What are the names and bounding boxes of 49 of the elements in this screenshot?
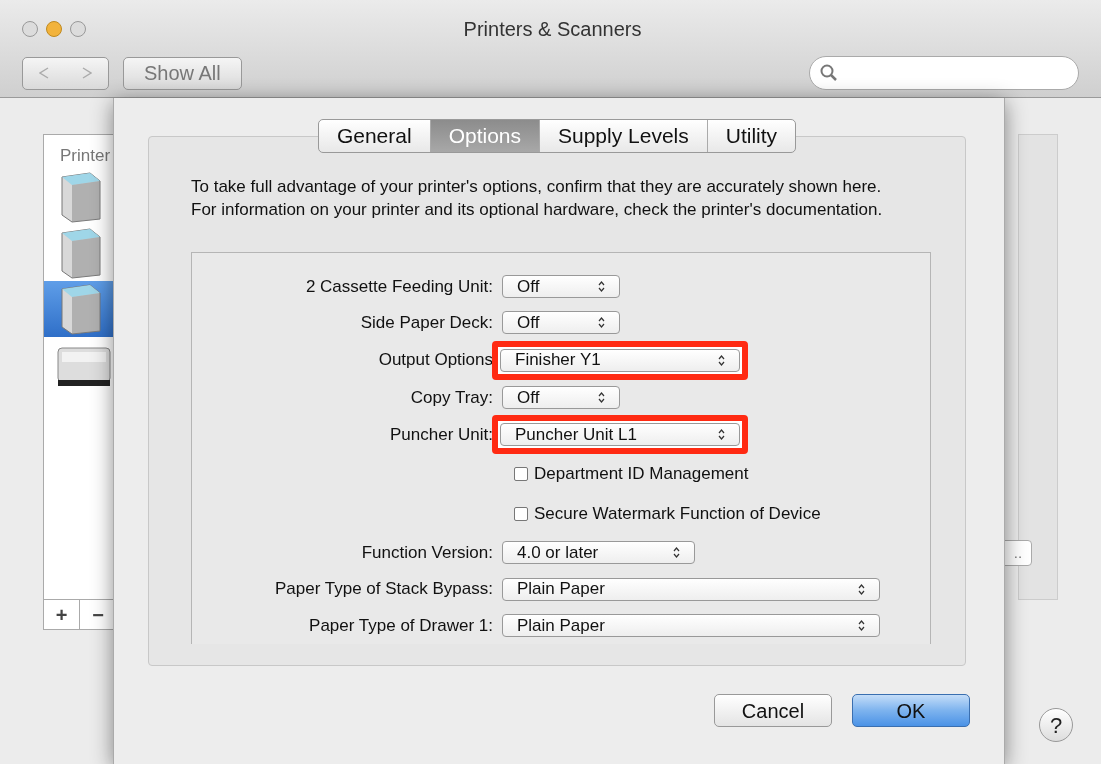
search-field[interactable] [809,56,1079,90]
search-icon [820,64,838,82]
list-heading: Printer [59,145,112,167]
description-text: To take full advantage of your printer's options, confirm that they are accurately shown here. For information on your printer and its optional hardware, check the printer's documentation. [191,176,884,221]
popup-menu[interactable]: 4.0 or later [502,541,695,565]
add-button[interactable]: + [44,600,80,629]
popup-menu[interactable]: Off [502,385,620,409]
option-label: Output Options [377,349,494,372]
checkbox-label: Secure Watermark Function of Device [534,503,821,526]
option-label: Paper Type of Drawer 1: [308,614,494,637]
stepper-icon [598,391,605,403]
option-label: Function Version: [360,541,494,564]
stepper-icon [673,547,680,559]
stepper-icon [858,620,865,632]
tab[interactable]: Utility [706,120,796,152]
popup-menu[interactable]: Plain Paper [502,577,880,601]
window-title: Printers & Scanners [463,17,642,42]
option-label: Copy Tray: [409,386,494,409]
forward-icon[interactable] [81,67,92,79]
checkbox[interactable] [514,466,528,481]
popup-menu[interactable]: Off [502,274,620,298]
back-forward-control[interactable] [22,56,109,90]
show-all-button[interactable]: Show All [123,56,242,90]
popup-menu[interactable]: Puncher Unit L1 [500,423,740,447]
popup-menu[interactable]: Off [502,311,620,335]
option-label: Paper Type of Stack Bypass: [274,578,494,601]
sharing-preferences-button[interactable]: .. [1004,540,1032,566]
checkbox[interactable] [514,507,528,522]
minimize-button[interactable] [46,21,62,37]
zoom-button[interactable] [70,21,86,37]
popup-menu[interactable]: Plain Paper [502,614,880,638]
cancel-button[interactable]: Cancel [714,694,832,727]
stepper-icon [718,354,725,366]
close-button[interactable] [22,21,38,37]
back-icon[interactable] [39,67,50,79]
stepper-icon [718,429,725,441]
option-label: Side Paper Deck: [359,312,494,335]
checkbox-label: Department ID Management [534,463,749,486]
popup-menu[interactable]: Finisher Y1 [500,348,740,372]
remove-button[interactable]: − [80,600,116,629]
help-button[interactable]: ? [1039,708,1073,742]
ok-button[interactable]: OK [852,694,970,727]
tab[interactable]: Supply Levels [539,120,707,152]
stepper-icon [598,280,605,292]
tab[interactable]: General [318,120,430,152]
option-label: 2 Cassette Feeding Unit: [304,275,494,298]
option-label: Puncher Unit: [389,423,494,446]
stepper-icon [858,583,865,595]
stepper-icon [598,317,605,329]
